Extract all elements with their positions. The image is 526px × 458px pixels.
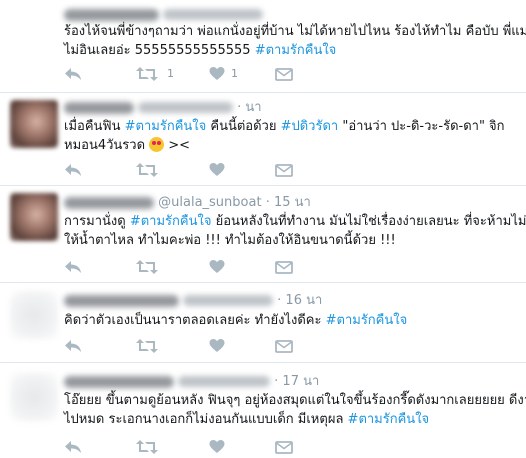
hashtag-link[interactable]: #ตามรักคืนใจ bbox=[125, 119, 207, 134]
tweet-3[interactable]: · 16 นา คิดว่าตัวเองเป็นนาราตลอดเลยค่ะ ท… bbox=[0, 283, 526, 363]
avatar[interactable] bbox=[10, 193, 58, 241]
avatar[interactable] bbox=[10, 291, 58, 339]
tweet-text: เมื่อคืนฟิน #ตามรักคืนใจ คืนนี้ต่อด้วย #… bbox=[64, 117, 514, 155]
retweet-icon[interactable] bbox=[136, 66, 158, 82]
retweet-icon[interactable] bbox=[136, 338, 158, 354]
tweet-text-line: โอ๊ยยย ขึ้นตามดูย้อนหลัง ฟินจุๆ อยู่ห้อง… bbox=[64, 391, 526, 410]
dm-icon[interactable] bbox=[275, 162, 293, 178]
tweet-text-line: คิดว่าตัวเองเป็นนาราตลอดเลยค่ะ ทำยังไงดี… bbox=[64, 311, 514, 330]
tweet-header: · นา bbox=[64, 99, 262, 117]
text-segment: การมานั่งดู bbox=[64, 214, 130, 229]
dm-icon[interactable] bbox=[275, 66, 293, 82]
text-segment: ไม่อินเลยอ่ะ 55555555555555 bbox=[64, 43, 255, 58]
header-separator: · bbox=[277, 293, 282, 308]
author-name-blurred[interactable] bbox=[64, 8, 159, 21]
author-name-blurred[interactable] bbox=[64, 101, 134, 114]
reply-icon[interactable] bbox=[64, 259, 82, 275]
text-segment: ให้น้ำตาไหล ทำไมคะพ่อ !!! ทำไมต้องให้อิน… bbox=[64, 233, 396, 248]
header-separator: · bbox=[237, 100, 242, 115]
hashtag-link[interactable]: #ปดิวรัดา bbox=[281, 119, 339, 134]
tweet-text-line: เมื่อคืนฟิน #ตามรักคืนใจ คืนนี้ต่อด้วย #… bbox=[64, 117, 514, 136]
retweet-icon[interactable] bbox=[136, 162, 158, 178]
avatar[interactable] bbox=[10, 100, 58, 148]
tweet-timestamp[interactable]: นา bbox=[245, 100, 261, 115]
heart-eyes-emoji-icon bbox=[149, 137, 165, 152]
tweet-feed: ร้องไห้จนพี่ข้างๆถามว่า พ่อแกนั่งอยู่ที่… bbox=[0, 0, 526, 458]
author-handle-blurred[interactable] bbox=[163, 9, 263, 20]
reply-icon[interactable] bbox=[64, 439, 82, 455]
text-segment: ย้อนหลังในที่ทำงาน มันไม่ใช่เรื่องง่ายเล… bbox=[211, 214, 526, 229]
hashtag-link[interactable]: #ตามรักคืนใจ bbox=[130, 214, 212, 229]
text-segment: โอ๊ยยย ขึ้นตามดูย้อนหลัง ฟินจุๆ อยู่ห้อง… bbox=[64, 393, 526, 408]
tweet-2[interactable]: @ulala_sunboat · 15 นา การมานั่งดู #ตามร… bbox=[0, 186, 526, 283]
tweet-actions bbox=[64, 162, 364, 178]
tweet-header: · 16 นา bbox=[64, 292, 322, 310]
tweet-actions bbox=[64, 439, 364, 455]
text-segment: "อ่านว่า ปะ-ดิ-วะ-รัด-ดา" จิก bbox=[338, 119, 505, 134]
tweet-actions bbox=[64, 259, 364, 275]
tweet-text-line: หมอน4วันรวด >< bbox=[64, 136, 514, 155]
dm-icon[interactable] bbox=[275, 439, 293, 455]
author-name-blurred[interactable] bbox=[64, 294, 179, 307]
tweet-0[interactable]: ร้องไห้จนพี่ข้างๆถามว่า พ่อแกนั่งอยู่ที่… bbox=[0, 0, 526, 93]
tweet-header: @ulala_sunboat · 15 นา bbox=[64, 194, 311, 212]
like-icon[interactable] bbox=[209, 338, 225, 354]
tweet-timestamp[interactable]: 17 นา bbox=[282, 374, 319, 389]
reply-icon[interactable] bbox=[64, 66, 82, 82]
tweet-text: โอ๊ยยย ขึ้นตามดูย้อนหลัง ฟินจุๆ อยู่ห้อง… bbox=[64, 391, 526, 429]
tweet-text-line: ไปหมด ระเอกนางเอกก็ไม่งอนกันแบบเด็ก มีเห… bbox=[64, 410, 514, 429]
header-separator: · bbox=[274, 374, 279, 389]
like-icon[interactable] bbox=[209, 259, 225, 275]
text-segment: ร้องไห้จนพี่ข้างๆถามว่า พ่อแกนั่งอยู่ที่… bbox=[64, 24, 526, 39]
reply-icon[interactable] bbox=[64, 162, 82, 178]
dm-icon[interactable] bbox=[275, 338, 293, 354]
author-handle-blurred[interactable] bbox=[178, 376, 270, 387]
tweet-text-line: ให้น้ำตาไหล ทำไมคะพ่อ !!! ทำไมต้องให้อิน… bbox=[64, 231, 514, 250]
retweet-icon[interactable] bbox=[136, 259, 158, 275]
tweet-4[interactable]: · 17 นา โอ๊ยยย ขึ้นตามดูย้อนหลัง ฟินจุๆ … bbox=[0, 363, 526, 458]
author-handle[interactable]: @ulala_sunboat bbox=[158, 195, 261, 210]
author-handle-blurred[interactable] bbox=[183, 295, 273, 306]
tweet-text-line: ไม่อินเลยอ่ะ 55555555555555 #ตามรักคืนใจ bbox=[64, 41, 514, 60]
tweet-1[interactable]: · นา เมื่อคืนฟิน #ตามรักคืนใจ คืนนี้ต่อด… bbox=[0, 93, 526, 186]
tweet-timestamp[interactable]: 15 นา bbox=[274, 195, 311, 210]
reply-icon[interactable] bbox=[64, 338, 82, 354]
tweet-text: ร้องไห้จนพี่ข้างๆถามว่า พ่อแกนั่งอยู่ที่… bbox=[64, 22, 526, 60]
text-segment: เมื่อคืนฟิน bbox=[64, 119, 125, 134]
avatar[interactable] bbox=[10, 373, 58, 421]
hashtag-link[interactable]: #ตามรักคืนใจ bbox=[348, 412, 430, 427]
like-icon[interactable] bbox=[209, 439, 225, 455]
dm-icon[interactable] bbox=[275, 259, 293, 275]
text-segment: >< bbox=[164, 138, 191, 153]
like-icon[interactable] bbox=[209, 162, 225, 178]
tweet-header: · 17 นา bbox=[64, 373, 319, 391]
tweet-text: คิดว่าตัวเองเป็นนาราตลอดเลยค่ะ ทำยังไงดี… bbox=[64, 311, 514, 330]
hashtag-link[interactable]: #ตามรักคืนใจ bbox=[255, 43, 337, 58]
like-count: 1 bbox=[231, 67, 238, 80]
tweet-text-line: ร้องไห้จนพี่ข้างๆถามว่า พ่อแกนั่งอยู่ที่… bbox=[64, 22, 526, 41]
like-icon[interactable] bbox=[209, 66, 225, 82]
author-name-blurred[interactable] bbox=[64, 196, 154, 209]
text-segment: ไปหมด ระเอกนางเอกก็ไม่งอนกันแบบเด็ก มีเห… bbox=[64, 412, 348, 427]
tweet-text: การมานั่งดู #ตามรักคืนใจ ย้อนหลังในที่ทำ… bbox=[64, 212, 526, 250]
tweet-text-line: การมานั่งดู #ตามรักคืนใจ ย้อนหลังในที่ทำ… bbox=[64, 212, 526, 231]
header-separator: · bbox=[265, 195, 270, 210]
hashtag-link[interactable]: #ตามรักคืนใจ bbox=[326, 313, 408, 328]
author-handle-blurred[interactable] bbox=[138, 102, 233, 113]
tweet-timestamp[interactable]: 16 นา bbox=[285, 293, 322, 308]
author-name-blurred[interactable] bbox=[64, 375, 174, 388]
text-segment: คิดว่าตัวเองเป็นนาราตลอดเลยค่ะ ทำยังไงดี… bbox=[64, 313, 326, 328]
text-segment: หมอน4วันรวด bbox=[64, 138, 150, 153]
text-segment: คืนนี้ต่อด้วย bbox=[206, 119, 281, 134]
retweet-count: 1 bbox=[167, 67, 174, 80]
tweet-actions bbox=[64, 338, 364, 354]
retweet-icon[interactable] bbox=[136, 439, 158, 455]
tweet-actions: 1 1 bbox=[64, 66, 364, 82]
